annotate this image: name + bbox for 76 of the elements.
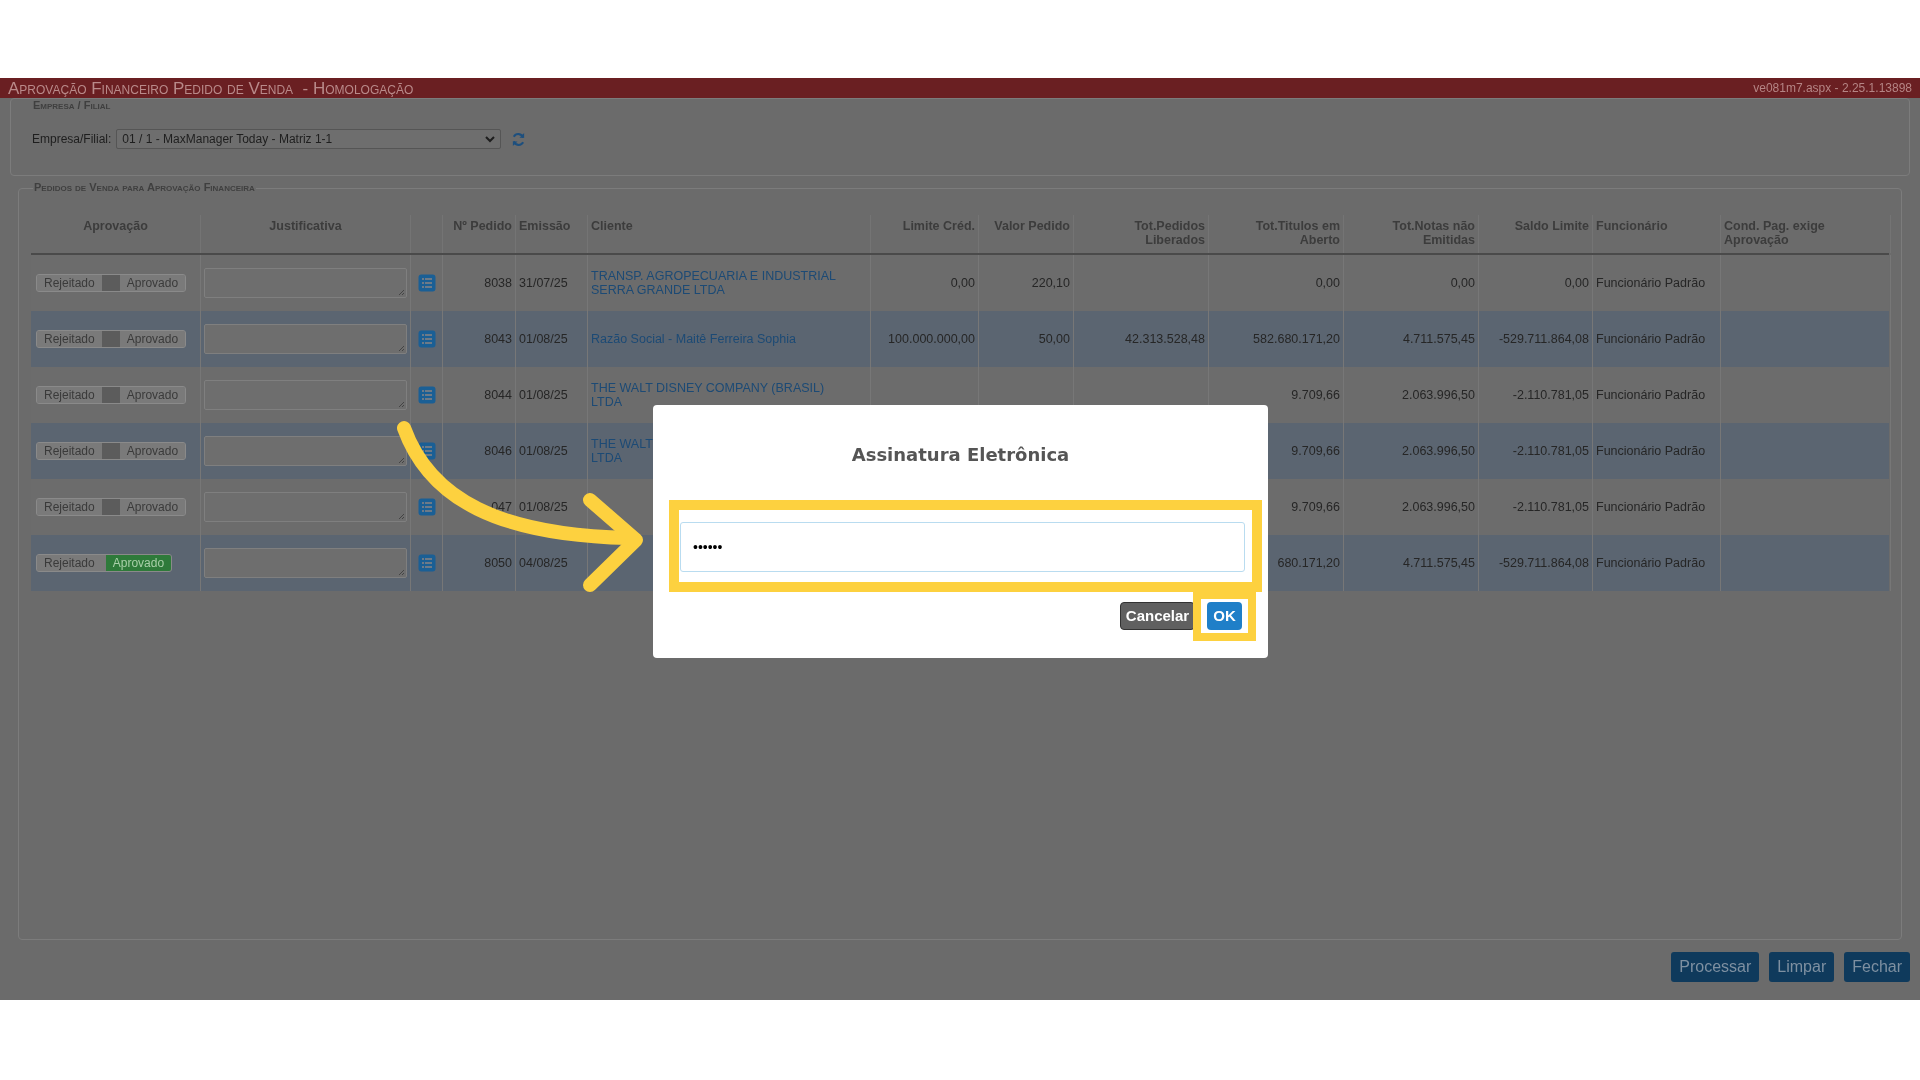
- resize-grip-icon[interactable]: [398, 457, 405, 464]
- order-number: 8046: [484, 444, 512, 458]
- table-cell: -529.711.864,08: [1498, 332, 1589, 346]
- table-cell: Funcionário Padrão: [1596, 556, 1706, 570]
- approval-toggle[interactable]: Rejeitado Aprovado: [36, 274, 187, 292]
- client-link[interactable]: TRANSP. AGROPECUARIA E INDUSTRIAL SERRA GRANDE LTDA: [591, 269, 836, 297]
- resize-grip-icon[interactable]: [398, 289, 405, 296]
- dialog-title: Assinatura Eletrônica: [850, 443, 1071, 467]
- table-cell: 4.711.575,45: [1402, 332, 1475, 346]
- table-cell: 0,00: [1564, 276, 1589, 290]
- table-cell: 0,00: [1315, 276, 1340, 290]
- action-button[interactable]: Limpar: [1769, 952, 1835, 982]
- action-button[interactable]: Fechar: [1844, 952, 1910, 982]
- client-link[interactable]: Razão Social - Maitê Ferreira Sophia: [591, 332, 796, 346]
- table-cell: -2.110.781,05: [1512, 388, 1589, 402]
- approval-toggle[interactable]: Rejeitado Aprovado: [36, 386, 187, 404]
- table-cell: 9.709,66: [1291, 500, 1340, 514]
- table-cell: Funcionário Padrão: [1596, 388, 1706, 402]
- order-number: 8050: [484, 556, 512, 570]
- table-cell: 9.709,66: [1291, 388, 1340, 402]
- client-link[interactable]: THE WALT LTDA: [591, 437, 653, 465]
- table-cell: Funcionário Padrão: [1596, 444, 1706, 458]
- table-cell: 0,00: [950, 276, 975, 290]
- company-select[interactable]: 01 / 1 - MaxManager Today - Matriz 1-1: [116, 129, 502, 149]
- table-cell: 680.171,20: [1277, 556, 1340, 570]
- page-title: Aprovação Financeiro Pedido de Venda - Homologação: [8, 79, 414, 97]
- justification-field[interactable]: [204, 548, 407, 578]
- table-cell: 42.313.528,48: [1125, 332, 1205, 346]
- table-cell: 2.063.996,50: [1402, 388, 1475, 402]
- resize-grip-icon[interactable]: [398, 345, 405, 352]
- justification-field[interactable]: [204, 436, 407, 466]
- approval-toggle[interactable]: Rejeitado Aprovado: [36, 498, 187, 516]
- version-label: ve081m7.aspx - 2.25.1.13898: [1753, 80, 1912, 97]
- approval-toggle[interactable]: Rejeitado Aprovado: [36, 554, 173, 572]
- table-cell: Funcionário Padrão: [1596, 332, 1706, 346]
- table-cell: -529.711.864,08: [1498, 556, 1589, 570]
- issue-date: 01/08/25: [519, 500, 568, 514]
- table-cell: Funcionário Padrão: [1596, 276, 1706, 290]
- chevron-down-icon: [485, 135, 496, 143]
- order-number: 8044: [484, 388, 512, 402]
- resize-grip-icon[interactable]: [398, 513, 405, 520]
- approval-toggle[interactable]: Rejeitado Aprovado: [36, 330, 187, 348]
- field-label: Empresa/Filial:: [32, 131, 112, 148]
- resize-grip-icon[interactable]: [398, 569, 405, 576]
- justification-field[interactable]: [204, 492, 407, 522]
- table-cell: 100.000.000,00: [888, 332, 975, 346]
- refresh-icon[interactable]: [511, 131, 527, 147]
- resize-grip-icon[interactable]: [398, 401, 405, 408]
- issue-date: 01/08/25: [519, 444, 568, 458]
- justification-field[interactable]: [204, 380, 407, 410]
- action-button[interactable]: Processar: [1671, 952, 1760, 982]
- order-number: 8038: [484, 276, 512, 290]
- table-cell: 9.709,66: [1291, 444, 1340, 458]
- table-cell: 2.063.996,50: [1402, 500, 1475, 514]
- table-cell: 50,00: [1038, 332, 1070, 346]
- order-number: 8043: [484, 332, 512, 346]
- table-cell: 582.680.171,20: [1253, 332, 1340, 346]
- table-cell: 0,00: [1450, 276, 1475, 290]
- table-cell: 220,10: [1031, 276, 1070, 290]
- issue-date: 01/08/25: [519, 332, 568, 346]
- justification-field[interactable]: [204, 268, 407, 298]
- table-cell: -2.110.781,05: [1512, 500, 1589, 514]
- toggle-option[interactable]: Aprovado: [105, 555, 172, 571]
- table-cell: -2.110.781,05: [1512, 444, 1589, 458]
- table-cell: 4.711.575,45: [1402, 556, 1475, 570]
- issue-date: 04/08/25: [519, 556, 568, 570]
- issue-date: 01/08/25: [519, 388, 568, 402]
- justification-field[interactable]: [204, 324, 407, 354]
- table-cell: 2.063.996,50: [1402, 444, 1475, 458]
- password-field[interactable]: ••••••: [680, 522, 1245, 572]
- issue-date: 31/07/25: [519, 276, 568, 290]
- table-cell: Funcionário Padrão: [1596, 500, 1706, 514]
- client-link[interactable]: THE WALT DISNEY COMPANY (BRASIL) LTDA: [591, 381, 825, 409]
- dialog-button[interactable]: Cancelar: [1120, 602, 1195, 630]
- dialog-button[interactable]: OK: [1207, 602, 1242, 630]
- approval-toggle[interactable]: Rejeitado Aprovado: [36, 442, 187, 460]
